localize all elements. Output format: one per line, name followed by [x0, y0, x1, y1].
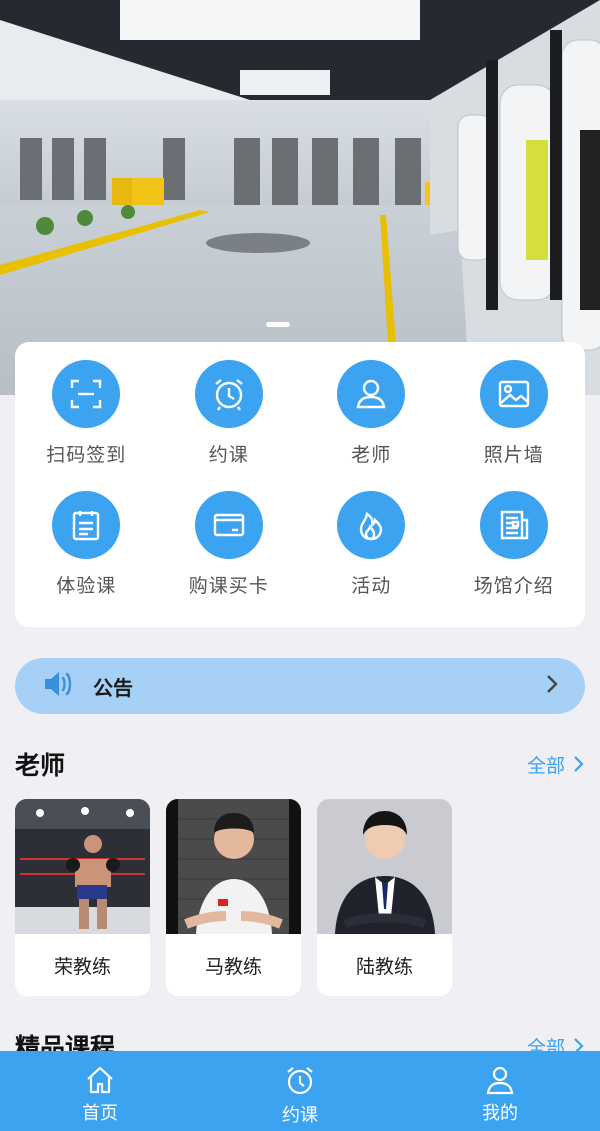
- user-icon: [486, 1066, 514, 1095]
- section-title: 老师: [15, 751, 66, 780]
- menu-item-book-class[interactable]: 约课: [158, 360, 301, 467]
- home-icon: [87, 1066, 113, 1094]
- menu-item-venue-intro[interactable]: 场馆介绍: [443, 491, 586, 598]
- announcement-title: 公告: [93, 675, 133, 700]
- teacher-photo: [317, 799, 452, 934]
- alarm-clock-icon: [194, 360, 263, 428]
- chevron-right-icon: [574, 756, 584, 772]
- menu-item-teachers[interactable]: 老师: [300, 360, 443, 467]
- banner-carousel[interactable]: [0, 0, 600, 395]
- tab-home[interactable]: 首页: [0, 1051, 200, 1131]
- clipboard-icon: [52, 491, 121, 559]
- menu-item-label: 场馆介绍: [473, 575, 554, 597]
- menu-item-label: 购课买卡: [188, 575, 269, 597]
- menu-item-label: 老师: [351, 444, 392, 466]
- teacher-photo: [15, 799, 150, 934]
- document-icon: [479, 491, 548, 559]
- teachers-section-header: 老师 全部: [15, 746, 585, 782]
- quick-menu-card: 扫码签到 约课 老师 照片墙 体验课 购课买卡 活动 场馆介绍: [15, 342, 585, 627]
- tab-book-class[interactable]: 约课: [200, 1051, 400, 1131]
- tab-label: 我的: [482, 1103, 518, 1124]
- menu-item-buy-card[interactable]: 购课买卡: [158, 491, 301, 598]
- card-icon: [194, 491, 263, 559]
- carousel-indicator[interactable]: [266, 322, 290, 327]
- alarm-clock-icon: [287, 1067, 313, 1095]
- menu-item-label: 扫码签到: [46, 444, 127, 466]
- scan-icon: [52, 360, 121, 428]
- teacher-card[interactable]: 马教练: [166, 799, 301, 996]
- user-icon: [337, 360, 406, 428]
- teacher-name: 马教练: [204, 955, 262, 978]
- teacher-card[interactable]: 陆教练: [317, 799, 452, 996]
- chevron-right-icon: [545, 673, 559, 699]
- tab-label: 约课: [282, 1105, 318, 1126]
- teacher-card[interactable]: 荣教练: [15, 799, 150, 996]
- teacher-name: 荣教练: [53, 955, 111, 978]
- teacher-list: 荣教练 马教练 陆教练: [15, 799, 452, 996]
- view-all-label: 全部: [526, 754, 565, 777]
- bottom-tab-bar: 首页 约课 我的: [0, 1051, 600, 1131]
- menu-item-checkin[interactable]: 扫码签到: [15, 360, 158, 467]
- menu-item-label: 照片墙: [483, 444, 544, 466]
- flame-icon: [337, 491, 406, 559]
- menu-item-activities[interactable]: 活动: [300, 491, 443, 598]
- tab-label: 首页: [82, 1103, 118, 1124]
- speaker-icon: [43, 670, 75, 702]
- teacher-photo: [166, 799, 301, 934]
- banner-image: [0, 0, 600, 395]
- teacher-name: 陆教练: [355, 955, 413, 978]
- view-all-teachers-link[interactable]: 全部: [527, 751, 585, 778]
- image-icon: [479, 360, 548, 428]
- announcement-bar[interactable]: 公告: [15, 658, 585, 714]
- menu-item-label: 约课: [208, 444, 249, 466]
- menu-item-trial-class[interactable]: 体验课: [15, 491, 158, 598]
- menu-item-photo-wall[interactable]: 照片墙: [443, 360, 586, 467]
- tab-mine[interactable]: 我的: [400, 1051, 600, 1131]
- menu-item-label: 体验课: [56, 575, 117, 597]
- menu-item-label: 活动: [351, 575, 392, 597]
